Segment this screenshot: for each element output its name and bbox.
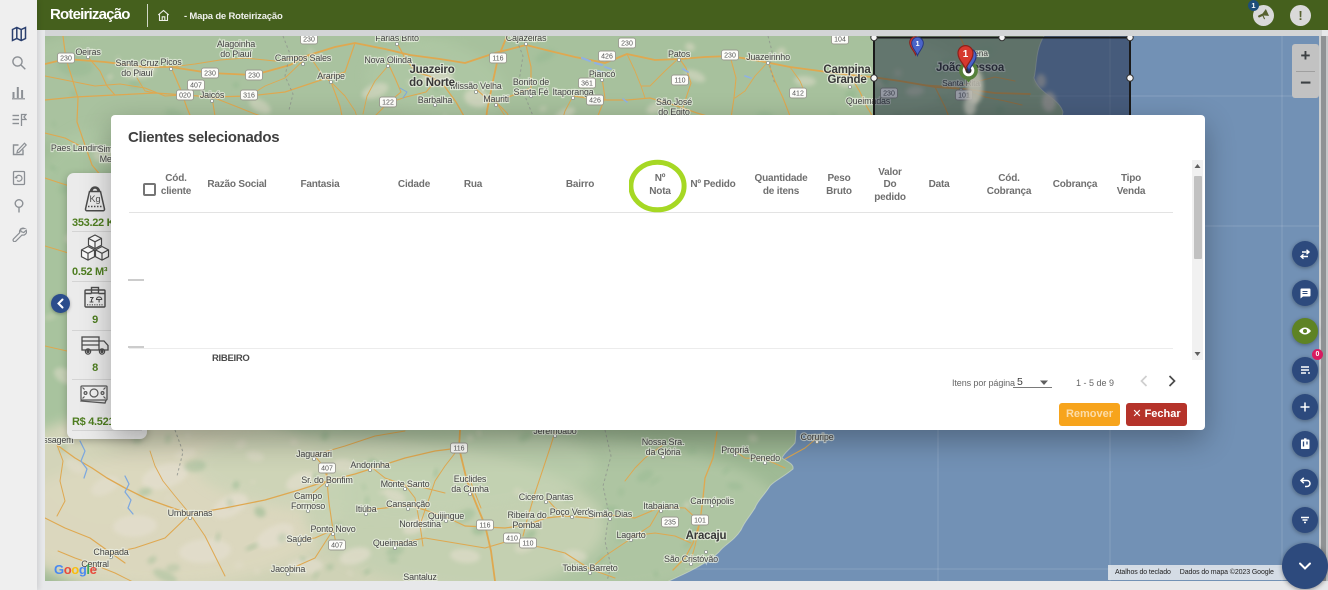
- svg-text:110: 110: [674, 78, 685, 85]
- svg-text:Formoso: Formoso: [291, 501, 325, 511]
- svg-text:Nova Olinda: Nova Olinda: [364, 55, 412, 65]
- svg-text:Monte Santo: Monte Santo: [381, 479, 430, 489]
- svg-text:Sr. do Bonfim: Sr. do Bonfim: [301, 475, 352, 485]
- svg-text:407: 407: [321, 466, 333, 473]
- svg-text:do Norte: do Norte: [409, 77, 455, 89]
- svg-text:Pombal: Pombal: [512, 520, 542, 530]
- svg-text:Nossa Sra.: Nossa Sra.: [642, 437, 685, 447]
- svg-text:Patos: Patos: [668, 49, 691, 59]
- svg-text:Santa Cruz: Santa Cruz: [115, 58, 159, 68]
- svg-text:Campos Sales: Campos Sales: [275, 53, 332, 63]
- svg-text:412: 412: [792, 91, 804, 98]
- svg-text:426: 426: [589, 98, 601, 105]
- svg-text:230: 230: [60, 56, 72, 63]
- svg-text:104: 104: [834, 37, 846, 44]
- svg-text:Jaicós: Jaicós: [200, 90, 225, 100]
- svg-text:116: 116: [453, 446, 464, 453]
- svg-text:Juazeiro: Juazeiro: [409, 64, 454, 76]
- svg-text:da Cunha: da Cunha: [451, 484, 489, 494]
- svg-text:230: 230: [724, 53, 736, 60]
- svg-text:Farias Brito: Farias Brito: [375, 36, 419, 43]
- svg-text:116: 116: [479, 523, 490, 530]
- svg-text:116: 116: [492, 56, 503, 63]
- svg-text:Piancó: Piancó: [589, 69, 616, 79]
- svg-text:Cajazeiras: Cajazeiras: [506, 36, 547, 43]
- svg-text:Lagarto: Lagarto: [616, 530, 645, 540]
- svg-text:São José: São José: [656, 97, 692, 107]
- svg-text:Oeiras: Oeiras: [75, 47, 101, 57]
- svg-text:Cansanção: Cansanção: [386, 499, 430, 509]
- svg-text:Aracaju: Aracaju: [686, 530, 727, 542]
- svg-text:Kg: Kg: [89, 194, 100, 204]
- svg-text:235: 235: [664, 520, 676, 527]
- svg-text:Carmópolis: Carmópolis: [690, 496, 734, 506]
- svg-text:410: 410: [506, 536, 518, 543]
- svg-text:Mauriti: Mauriti: [483, 94, 509, 104]
- svg-text:Barbalha: Barbalha: [418, 95, 453, 105]
- svg-text:da Glória: da Glória: [646, 447, 681, 457]
- svg-text:020: 020: [179, 93, 191, 100]
- svg-text:Jaguarari: Jaguarari: [296, 449, 332, 459]
- svg-text:Penedo: Penedo: [750, 453, 780, 463]
- svg-text:Santa Fé: Santa Fé: [514, 87, 549, 97]
- svg-text:1: 1: [963, 49, 969, 60]
- svg-text:Chapada: Chapada: [93, 547, 128, 557]
- svg-text:122: 122: [382, 100, 394, 107]
- svg-text:Paes Landim: Paes Landim: [51, 143, 101, 153]
- svg-text:Santaluz: Santaluz: [403, 572, 437, 581]
- svg-text:1: 1: [915, 39, 919, 48]
- svg-text:Saúde: Saúde: [286, 534, 311, 544]
- svg-text:Tobias Barreto: Tobias Barreto: [562, 563, 617, 573]
- svg-text:do Piauí: do Piauí: [121, 68, 153, 78]
- svg-text:361: 361: [581, 81, 593, 88]
- svg-text:Simão Dias: Simão Dias: [588, 509, 633, 519]
- svg-text:São Cristóvão: São Cristóvão: [664, 554, 718, 564]
- svg-text:Araripe: Araripe: [317, 71, 345, 81]
- svg-text:Ponto Novo: Ponto Novo: [310, 524, 355, 534]
- svg-text:110: 110: [522, 541, 533, 548]
- svg-text:Picos: Picos: [160, 57, 182, 67]
- svg-text:407: 407: [190, 83, 202, 90]
- svg-text:Grande: Grande: [827, 74, 866, 86]
- svg-text:Missão Velha: Missão Velha: [450, 81, 501, 91]
- svg-text:Queimadas: Queimadas: [373, 538, 418, 548]
- svg-text:Jacobina: Jacobina: [271, 564, 306, 574]
- svg-text:Alagoinha: Alagoinha: [217, 39, 255, 49]
- svg-text:230: 230: [248, 73, 260, 80]
- svg-text:Andorinha: Andorinha: [350, 460, 389, 470]
- svg-text:426: 426: [601, 54, 613, 61]
- svg-text:Itiúba: Itiúba: [356, 504, 377, 514]
- svg-text:do Piauí: do Piauí: [220, 49, 252, 59]
- svg-text:101: 101: [694, 518, 706, 525]
- svg-text:Campo: Campo: [294, 491, 322, 501]
- svg-text:Propriá: Propriá: [721, 445, 749, 455]
- svg-text:Cicero Dantas: Cicero Dantas: [519, 492, 574, 502]
- svg-text:316: 316: [243, 93, 255, 100]
- svg-text:407: 407: [331, 543, 343, 550]
- svg-text:230: 230: [303, 37, 315, 44]
- svg-text:230: 230: [204, 71, 216, 78]
- svg-text:Umburanas: Umburanas: [168, 508, 213, 518]
- svg-text:Nordestina: Nordestina: [399, 519, 441, 529]
- svg-text:Ribeira do: Ribeira do: [507, 510, 546, 520]
- svg-text:Coruripe: Coruripe: [801, 432, 834, 442]
- svg-text:Juazeirinho: Juazeirinho: [746, 52, 790, 62]
- svg-text:230: 230: [621, 41, 633, 48]
- svg-text:Bonito de: Bonito de: [513, 77, 549, 87]
- svg-text:Itabaiana: Itabaiana: [643, 501, 678, 511]
- svg-text:Euclides: Euclides: [454, 474, 487, 484]
